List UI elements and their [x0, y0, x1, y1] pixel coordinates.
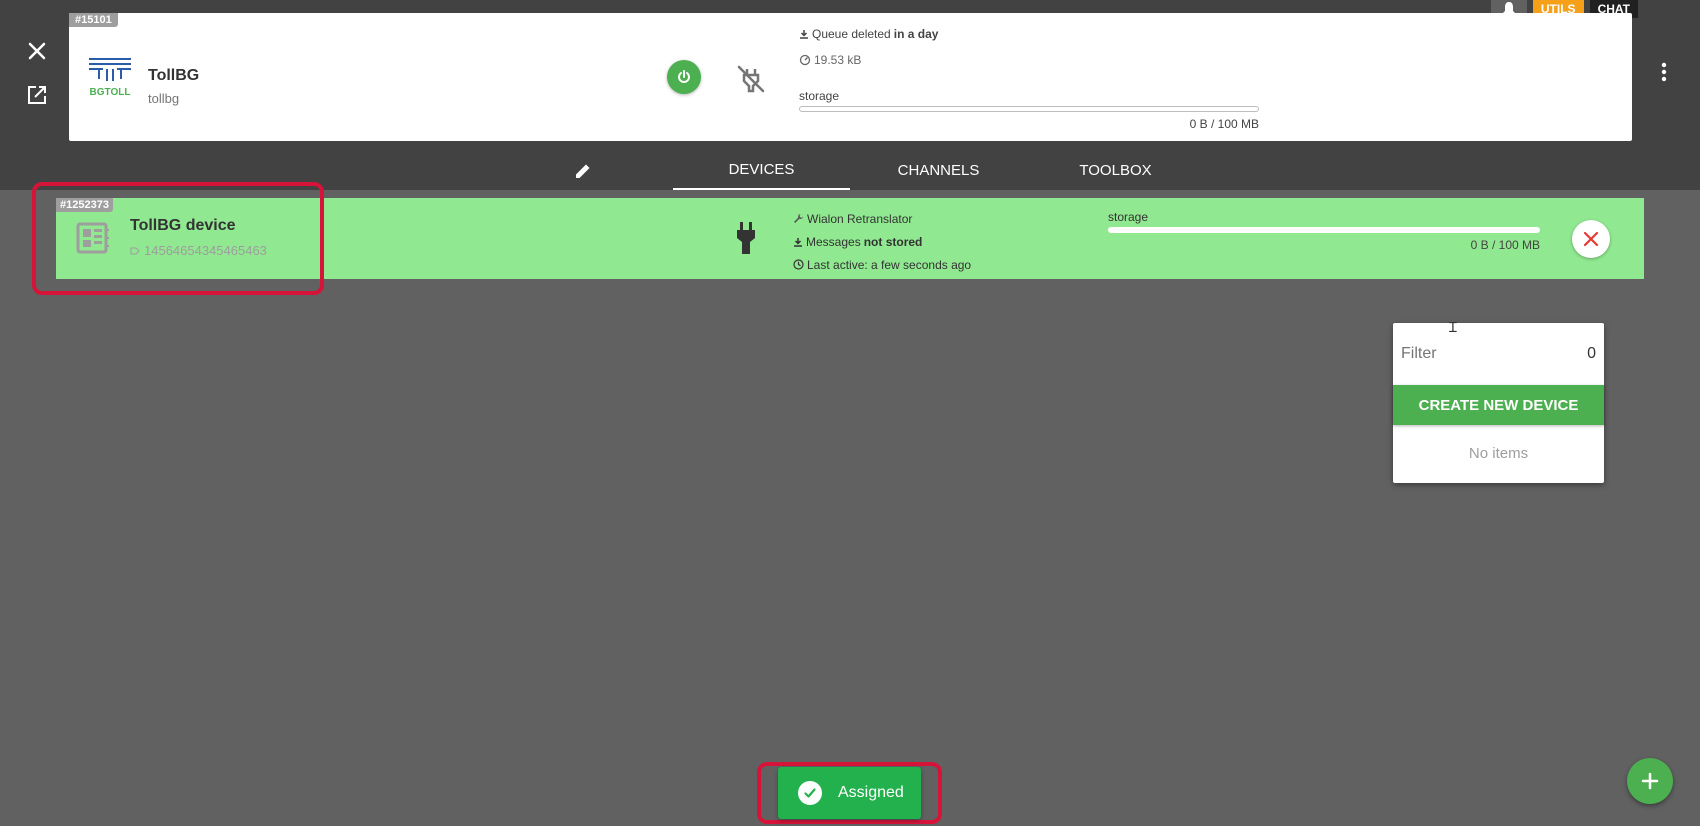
pencil-icon — [576, 164, 590, 178]
app-subtitle: tollbg — [148, 91, 180, 106]
toast-label: Assigned — [838, 784, 904, 801]
device-ident-value: 14564654345465463 — [144, 243, 267, 258]
device-ident: 14564654345465463 — [130, 243, 267, 258]
filter-input[interactable]: Filter 0 — [1401, 345, 1596, 363]
add-fab-button[interactable] — [1627, 758, 1673, 804]
create-new-device-button[interactable]: CREATE NEW DEVICE — [1393, 385, 1604, 425]
empty-state-label: No items — [1468, 445, 1529, 462]
app-storage-size: 0 B / 100 MB — [1189, 117, 1259, 131]
app-size: 19.53 kB — [799, 51, 938, 69]
edit-button[interactable] — [570, 158, 596, 184]
check-circle-icon — [798, 781, 822, 805]
filter-placeholder: Filter — [1401, 345, 1437, 362]
filter-count: 0 — [1587, 345, 1596, 362]
device-list-item[interactable]: #1252373 TollBG device 14564654345465463… — [56, 198, 1644, 279]
app-size-value: 19.53 kB — [814, 53, 862, 67]
tag-icon — [130, 247, 140, 254]
download-icon — [794, 237, 802, 247]
tab-devices[interactable]: DEVICES — [673, 150, 850, 190]
app-id-badge: #15101 — [69, 13, 118, 27]
device-chip-icon — [76, 222, 109, 254]
clock-icon — [793, 259, 804, 270]
device-storage-label: storage — [1108, 210, 1149, 224]
queue-status: Queue deleted in a day — [799, 25, 938, 43]
app-storage: storage 0 B / 100 MB — [799, 89, 1259, 131]
bgtoll-logo: BGTOLL — [89, 58, 131, 98]
close-icon — [28, 42, 46, 60]
queue-value: in a day — [893, 27, 939, 41]
download-icon — [800, 30, 808, 39]
app-storage-bar — [799, 106, 1259, 112]
open-external-button[interactable] — [22, 80, 52, 110]
more-vert-icon — [1661, 62, 1667, 82]
speedometer-icon — [799, 54, 811, 66]
power-toggle-button[interactable] — [667, 60, 701, 94]
device-title: TollBG device — [130, 217, 236, 234]
device-storage-bar — [1108, 227, 1540, 233]
app-info: Queue deleted in a day 19.53 kB — [799, 25, 938, 69]
device-last-active: Last active: a few seconds ago — [793, 253, 971, 276]
device-messages: Messages not stored — [793, 230, 971, 253]
remove-device-button[interactable] — [1572, 220, 1610, 258]
device-picker-popup: Filter 0 CREATE NEW DEVICE No items — [1393, 323, 1604, 483]
tab-toolbox[interactable]: TOOLBOX — [1027, 150, 1204, 190]
svg-text:BGTOLL: BGTOLL — [90, 87, 131, 98]
device-info: Wialon Retranslator Messages not stored … — [793, 207, 971, 276]
power-icon — [678, 70, 690, 83]
device-protocol: Wialon Retranslator — [793, 207, 971, 230]
close-icon — [1583, 231, 1599, 247]
close-button[interactable] — [22, 36, 52, 66]
app-card: #15101 BGTOLL TollBG tollbg Queue delete… — [69, 13, 1632, 141]
app-header: UTILS CHAT #15101 BGTOLL TollBG tollbg Q… — [0, 0, 1700, 190]
app-title: TollBG — [148, 67, 200, 84]
plug-off-icon — [737, 65, 765, 93]
queue-label: Queue deleted — [812, 27, 891, 41]
device-storage: storage 0 B / 100 MB — [1108, 210, 1540, 252]
tab-bar: DEVICES CHANNELS TOOLBOX — [0, 150, 1700, 190]
more-menu-button[interactable] — [1652, 60, 1676, 84]
tab-channels[interactable]: CHANNELS — [850, 150, 1027, 190]
text-cursor-icon: Ɪ — [1449, 320, 1457, 336]
device-last-active-value: Last active: a few seconds ago — [807, 257, 972, 272]
device-messages-label: Messages — [806, 234, 861, 249]
assigned-toast: Assigned — [778, 767, 921, 819]
app-storage-label: storage — [799, 89, 840, 103]
plug-icon — [737, 222, 755, 254]
device-id-badge: #1252373 — [56, 198, 113, 212]
wrench-icon — [794, 214, 803, 223]
open-in-new-icon — [28, 86, 46, 104]
device-messages-value: not stored — [863, 234, 923, 249]
device-protocol-value: Wialon Retranslator — [807, 211, 913, 226]
plus-icon — [1641, 772, 1659, 790]
device-storage-size: 0 B / 100 MB — [1470, 238, 1540, 252]
